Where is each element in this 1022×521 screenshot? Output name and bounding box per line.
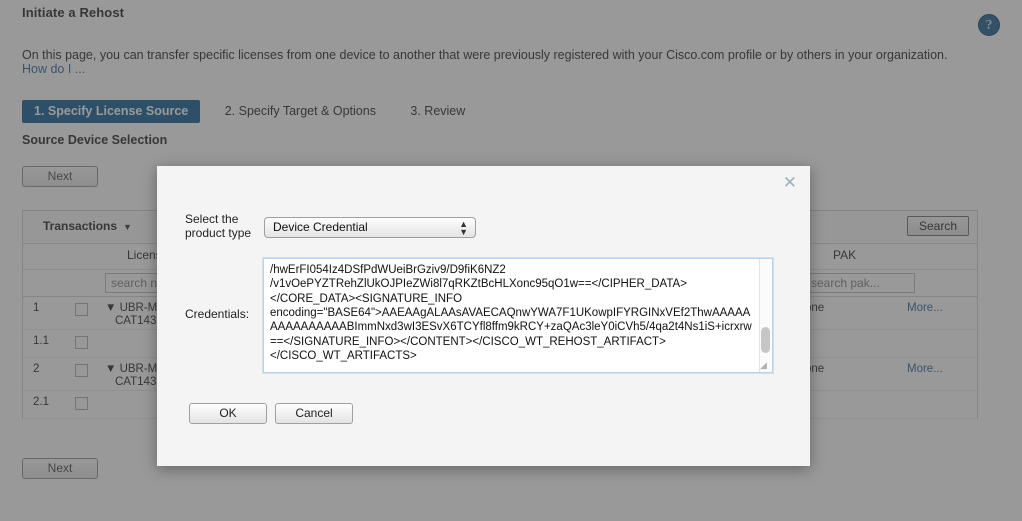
credentials-text[interactable]: /hwErFI054Iz4DSfPdWUeiBrGziv9/D9fiK6NZ2 … xyxy=(270,263,755,363)
product-type-select[interactable]: Device Credential ▲ ▼ xyxy=(264,217,476,238)
credentials-dialog: ✕ Select the product type Device Credent… xyxy=(157,166,810,466)
credentials-label: Credentials: xyxy=(185,307,250,321)
ok-button[interactable]: OK xyxy=(189,403,267,424)
credentials-textarea[interactable]: /hwErFI054Iz4DSfPdWUeiBrGziv9/D9fiK6NZ2 … xyxy=(262,257,774,374)
close-icon[interactable]: ✕ xyxy=(783,174,797,191)
resize-handle-icon[interactable]: ◢ xyxy=(760,360,771,371)
stepper-arrows-icon: ▲ ▼ xyxy=(459,219,468,237)
cancel-button[interactable]: Cancel xyxy=(275,403,353,424)
product-type-value: Device Credential xyxy=(273,220,368,234)
scrollbar-thumb[interactable] xyxy=(761,327,770,353)
product-type-label: Select the product type xyxy=(185,212,252,240)
credentials-scrollbar[interactable] xyxy=(759,259,772,372)
